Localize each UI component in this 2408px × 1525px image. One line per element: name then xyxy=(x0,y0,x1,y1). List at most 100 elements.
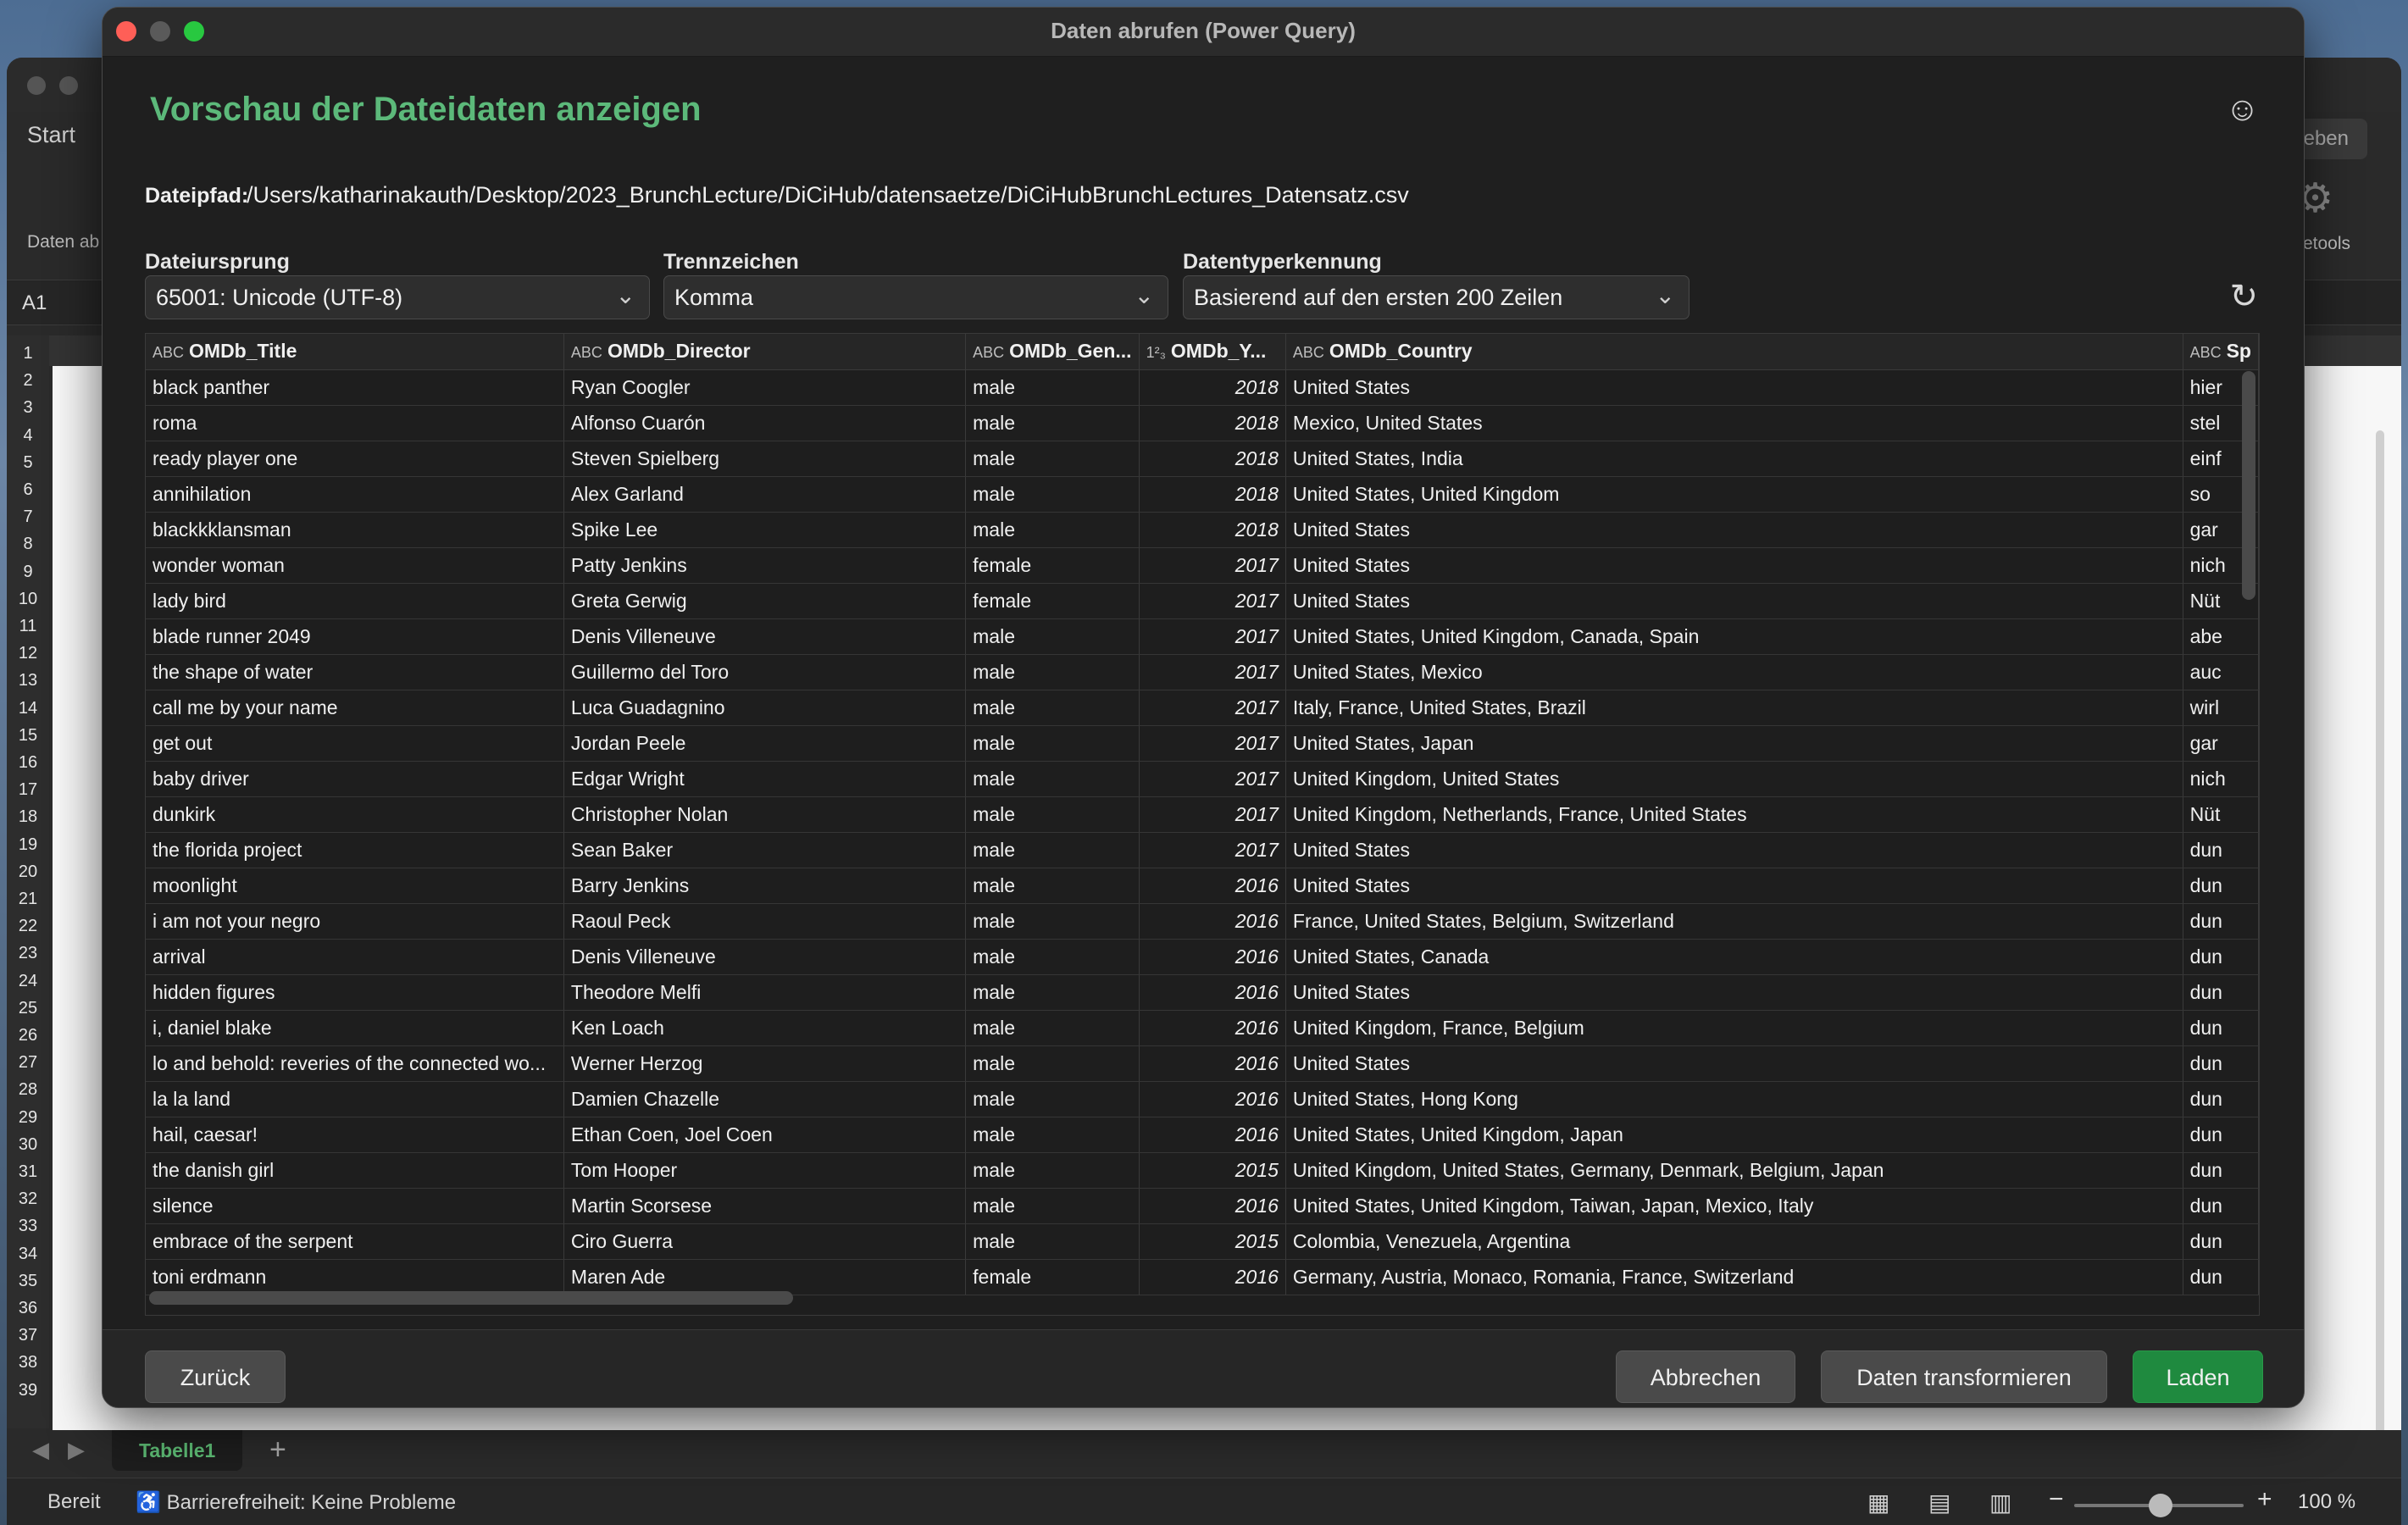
excel-close-dot[interactable] xyxy=(27,76,46,95)
row-header[interactable]: 18 xyxy=(7,807,49,827)
row-header[interactable]: 2 xyxy=(7,371,49,391)
row-header[interactable]: 13 xyxy=(7,671,49,690)
back-button[interactable]: Zurück xyxy=(145,1350,286,1403)
table-horizontal-scrollbar[interactable] xyxy=(149,1291,793,1305)
row-header[interactable]: 17 xyxy=(7,780,49,800)
accessibility-status[interactable]: ♿ Barrierefreiheit: Keine Probleme xyxy=(136,1490,456,1515)
row-header[interactable]: 16 xyxy=(7,753,49,773)
row-header[interactable]: 30 xyxy=(7,1135,49,1155)
table-cell: blade runner 2049 xyxy=(146,618,564,655)
column-header[interactable]: ABC OMDb_Gen... xyxy=(965,334,1140,370)
row-header[interactable]: 25 xyxy=(7,999,49,1018)
refresh-icon[interactable]: ↻ xyxy=(2229,277,2258,316)
row-header[interactable]: 3 xyxy=(7,398,49,418)
row-header[interactable]: 27 xyxy=(7,1053,49,1073)
row-header[interactable]: 14 xyxy=(7,699,49,718)
table-cell: lady bird xyxy=(146,583,564,619)
sheet-next-icon[interactable]: ▶ xyxy=(68,1437,85,1463)
feedback-smiley-icon[interactable]: ☺ xyxy=(2225,91,2260,129)
table-cell: nich xyxy=(2183,761,2259,797)
row-header[interactable]: 32 xyxy=(7,1190,49,1209)
number-type-icon[interactable]: 1²₃ xyxy=(1146,344,1166,361)
zoom-out-icon[interactable]: − xyxy=(2049,1485,2064,1514)
row-header[interactable]: 11 xyxy=(7,617,49,636)
row-header[interactable]: 8 xyxy=(7,535,49,554)
sheet-prev-icon[interactable]: ◀ xyxy=(32,1437,49,1463)
table-cell: 2017 xyxy=(1139,690,1286,726)
row-header[interactable]: 22 xyxy=(7,917,49,936)
column-header[interactable]: ABC OMDb_Country xyxy=(1285,334,2183,370)
row-header[interactable]: 6 xyxy=(7,480,49,500)
zoom-slider-knob[interactable] xyxy=(2149,1494,2172,1517)
text-type-icon[interactable]: ABC xyxy=(973,344,1004,361)
row-header[interactable]: 19 xyxy=(7,835,49,855)
column-header[interactable]: ABC OMDb_Director xyxy=(563,334,967,370)
ribbon-tab-start[interactable]: Start xyxy=(27,122,75,148)
table-header-row: ABC OMDb_Title ABC OMDb_Director ABC OMDb_Gen… xyxy=(146,334,2259,370)
delimiter-select[interactable]: Komma ⌄ xyxy=(663,275,1168,319)
row-header[interactable]: 28 xyxy=(7,1080,49,1100)
row-header[interactable]: 9 xyxy=(7,563,49,582)
table-cell: Sean Baker xyxy=(563,832,967,868)
add-sheet-icon[interactable]: + xyxy=(269,1434,286,1467)
row-header[interactable]: 38 xyxy=(7,1353,49,1372)
excel-minimize-dot[interactable] xyxy=(59,76,78,95)
cancel-button[interactable]: Abbrechen xyxy=(1616,1350,1795,1403)
load-button[interactable]: Laden xyxy=(2133,1350,2263,1403)
table-cell: Ethan Coen, Joel Coen xyxy=(563,1117,967,1153)
name-box[interactable]: A1 xyxy=(7,281,100,324)
column-header[interactable]: ABC Sp xyxy=(2183,334,2259,370)
column-header[interactable]: 1²₃ OMDb_Y... xyxy=(1139,334,1286,370)
table-cell: United States xyxy=(1285,832,2183,868)
data-type-detection-select[interactable]: Basierend auf den ersten 200 Zeilen ⌄ xyxy=(1183,275,1689,319)
row-header[interactable]: 23 xyxy=(7,944,49,963)
text-type-icon[interactable]: ABC xyxy=(571,344,602,361)
row-header[interactable]: 31 xyxy=(7,1162,49,1182)
table-cell: 2017 xyxy=(1139,654,1286,690)
row-header[interactable]: 10 xyxy=(7,590,49,609)
row-header[interactable]: 21 xyxy=(7,890,49,909)
table-row: lady bird Greta Gerwig female 2017 United St… xyxy=(146,583,2259,619)
row-header[interactable]: 7 xyxy=(7,507,49,527)
row-header[interactable]: 36 xyxy=(7,1299,49,1318)
normal-view-icon[interactable]: ▦ xyxy=(1867,1489,1889,1517)
table-row: the danish girl Tom Hooper male 2015 United … xyxy=(146,1152,2259,1189)
sheet-tab-tabelle1[interactable]: Tabelle1 xyxy=(112,1430,243,1471)
row-header[interactable]: 34 xyxy=(7,1245,49,1264)
page-layout-view-icon[interactable]: ▤ xyxy=(1928,1489,1950,1517)
preview-grid: ABC OMDb_Title ABC OMDb_Director ABC OMDb_Gen… xyxy=(146,334,2259,1295)
page-break-view-icon[interactable]: ▥ xyxy=(1989,1489,2011,1517)
file-path-label: Dateipfad: xyxy=(145,184,249,208)
row-header[interactable]: 24 xyxy=(7,972,49,991)
worksheet-vertical-scrollbar[interactable] xyxy=(2376,430,2384,1447)
file-origin-select[interactable]: 65001: Unicode (UTF-8) ⌄ xyxy=(145,275,650,319)
table-cell: Damien Chazelle xyxy=(563,1081,967,1117)
row-header[interactable]: 26 xyxy=(7,1026,49,1045)
text-type-icon[interactable]: ABC xyxy=(153,344,184,361)
text-type-icon[interactable]: ABC xyxy=(2190,344,2222,361)
table-row: baby driver Edgar Wright male 2017 United Ki… xyxy=(146,761,2259,797)
row-header[interactable]: 29 xyxy=(7,1108,49,1128)
table-cell: male xyxy=(965,512,1140,548)
row-header[interactable]: 20 xyxy=(7,862,49,882)
row-header[interactable]: 4 xyxy=(7,426,49,446)
row-header[interactable]: 12 xyxy=(7,644,49,663)
zoom-level[interactable]: 100 % xyxy=(2298,1490,2355,1514)
file-origin-value: 65001: Unicode (UTF-8) xyxy=(156,285,403,310)
row-header[interactable]: 15 xyxy=(7,726,49,746)
table-cell: Ryan Coogler xyxy=(563,369,967,406)
table-cell: Theodore Melfi xyxy=(563,974,967,1011)
row-header[interactable]: 1 xyxy=(7,344,49,363)
text-type-icon[interactable]: ABC xyxy=(1293,344,1324,361)
column-header[interactable]: ABC OMDb_Title xyxy=(146,334,564,370)
transform-data-button[interactable]: Daten transformieren xyxy=(1821,1350,2107,1403)
preview-table[interactable]: ABC OMDb_Title ABC OMDb_Director ABC OMDb_Gen… xyxy=(145,333,2260,1316)
zoom-in-icon[interactable]: + xyxy=(2257,1485,2272,1514)
row-header[interactable]: 5 xyxy=(7,453,49,473)
row-header[interactable]: 39 xyxy=(7,1381,49,1400)
row-header[interactable]: 37 xyxy=(7,1326,49,1345)
table-cell: 2018 xyxy=(1139,405,1286,441)
row-header[interactable]: 35 xyxy=(7,1272,49,1291)
row-header[interactable]: 33 xyxy=(7,1217,49,1236)
table-vertical-scrollbar[interactable] xyxy=(2242,371,2255,600)
